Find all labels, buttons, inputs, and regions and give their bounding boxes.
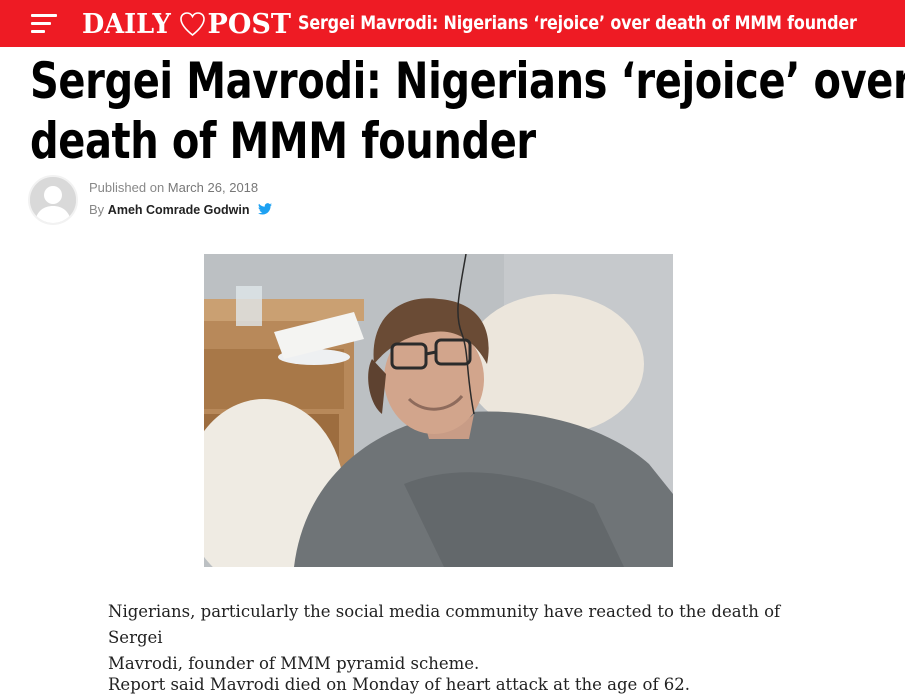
meta-text: Published on March 26, 2018 By Ameh Comr… <box>89 180 389 224</box>
headline-line-2: death of MMM founder <box>30 112 536 170</box>
photo-illustration <box>204 254 673 567</box>
user-avatar-icon[interactable] <box>28 175 78 225</box>
twitter-icon[interactable] <box>258 203 273 215</box>
topbar-article-title: Sergei Mavrodi: Nigerians ‘rejoice’ over… <box>298 12 857 34</box>
published-label: Published on <box>89 180 165 195</box>
headline-line-1: Sergei Mavrodi: Nigerians ‘rejoice’ over <box>30 52 905 110</box>
article-paragraph-1: Nigerians, particularly the social media… <box>108 599 828 677</box>
published-date: March 26, 2018 <box>167 180 259 195</box>
site-logo[interactable]: DAILY POST <box>82 8 291 40</box>
article-paragraph-2: Report said Mavrodi died on Monday of he… <box>108 675 691 694</box>
heart-map-icon <box>179 12 205 37</box>
article-headline: Sergei Mavrodi: Nigerians ‘rejoice’ over… <box>30 51 905 171</box>
logo-text-daily: DAILY <box>82 8 171 40</box>
by-label: By <box>89 202 105 217</box>
byline: By Ameh Comrade Godwin <box>89 202 389 224</box>
paragraph-1-line-1: Nigerians, particularly the social media… <box>108 602 781 647</box>
top-navigation-bar: DAILY POST Sergei Mavrodi: Nigerians ‘re… <box>0 0 905 47</box>
hamburger-menu-icon[interactable] <box>31 14 59 34</box>
logo-text-post: POST <box>207 8 291 40</box>
author-link[interactable]: Ameh Comrade Godwin <box>108 203 250 217</box>
published-line: Published on March 26, 2018 <box>89 180 389 202</box>
article-photo <box>204 254 673 567</box>
paragraph-1-line-2: Mavrodi, founder of MMM pyramid scheme. <box>108 654 480 673</box>
